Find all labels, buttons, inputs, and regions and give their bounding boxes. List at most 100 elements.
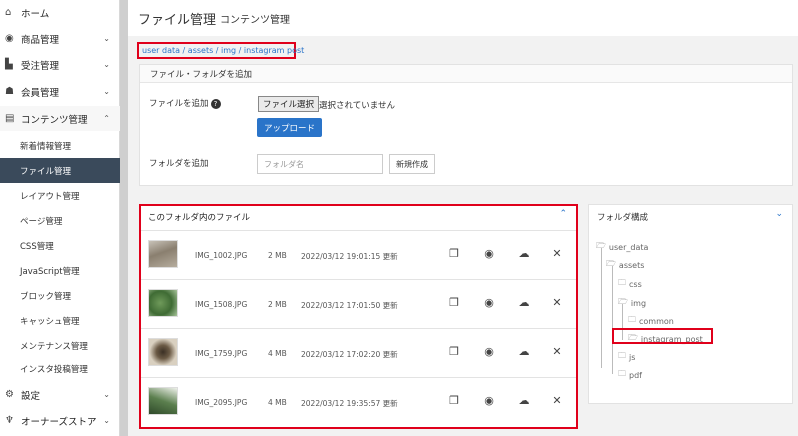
tree-node-js[interactable]: 🗀 js <box>618 350 635 364</box>
tree-node-label: assets <box>618 260 645 270</box>
copy-icon[interactable]: ❐ <box>446 246 462 262</box>
sidebar-item-members[interactable]: ☗ 会員管理 ⌄ <box>0 79 120 104</box>
sidebar-subitem-file-manager[interactable]: ファイル管理 <box>0 158 120 183</box>
sidebar-subitem-javascript[interactable]: JavaScript管理 <box>0 258 120 283</box>
chevron-down-icon: ⌄ <box>103 416 110 425</box>
tree-node-user-data[interactable]: 🗁 user_data <box>596 240 648 254</box>
delete-icon[interactable]: ✕ <box>549 246 565 262</box>
cube-icon: ◉ <box>5 33 14 44</box>
file-date: 2022/03/12 17:02:20 更新 <box>301 350 398 359</box>
sidebar-item-home[interactable]: ⌂ ホーム <box>0 0 120 25</box>
chevron-down-icon: ⌄ <box>103 87 110 96</box>
download-icon[interactable]: ☁ <box>516 246 532 262</box>
sidebar-subitem-cache[interactable]: キャッシュ管理 <box>0 308 120 333</box>
folder-panel-title: フォルダ構成 <box>597 213 649 223</box>
tree-node-label: user_data <box>608 242 649 252</box>
sidebar-subitem-block[interactable]: ブロック管理 <box>0 283 120 308</box>
sidebar: ⌂ ホーム ◉ 商品管理 ⌄ ▙ 受注管理 ⌄ ☗ 会員管理 ⌄ ▤ コンテンツ… <box>0 0 120 436</box>
file-row: IMG_1002.JPG 2 MB 2022/03/12 19:01:15 更新… <box>141 230 576 279</box>
sidebar-item-label: コンテンツ管理 <box>21 114 88 126</box>
sidebar-item-orders[interactable]: ▙ 受注管理 ⌄ <box>0 52 120 77</box>
file-size: 4 MB <box>268 398 287 407</box>
tree-line <box>601 248 602 368</box>
page-subtitle: コンテンツ管理 <box>220 14 291 26</box>
files-panel: このフォルダ内のファイル ⌃ IMG_1002.JPG 2 MB 2022/03… <box>139 204 578 429</box>
highlight-box <box>612 328 713 344</box>
sidebar-item-label: 受注管理 <box>21 60 60 72</box>
tree-node-label: pdf <box>629 370 642 380</box>
sidebar-item-settings[interactable]: ⚙ 設定 ⌄ <box>0 382 120 407</box>
tree-node-css[interactable]: 🗀 css <box>618 277 642 291</box>
file-date: 2022/03/12 17:01:50 更新 <box>301 301 398 310</box>
page-title: ファイル管理 <box>138 12 217 28</box>
eye-icon[interactable]: ◉ <box>481 295 497 311</box>
tree-node-pdf[interactable]: 🗀 pdf <box>618 368 642 382</box>
file-row: IMG_1508.JPG 2 MB 2022/03/12 17:01:50 更新… <box>141 279 576 328</box>
file-row: IMG_2095.JPG 4 MB 2022/03/12 19:35:57 更新… <box>141 377 576 426</box>
sidebar-item-label: 会員管理 <box>21 87 60 99</box>
tree-line <box>612 266 613 374</box>
eye-icon[interactable]: ◉ <box>481 246 497 262</box>
upload-panel-title: ファイル・フォルダを追加 <box>140 65 792 83</box>
chevron-up-icon[interactable]: ⌃ <box>559 209 567 219</box>
file-thumbnail[interactable] <box>148 240 178 268</box>
folder-icon: 🗀 <box>618 278 626 287</box>
tree-node-label: js <box>629 352 636 362</box>
download-icon[interactable]: ☁ <box>516 295 532 311</box>
tree-node-label: common <box>639 316 674 326</box>
folder-open-icon: 🗁 <box>606 259 616 268</box>
delete-icon[interactable]: ✕ <box>549 295 565 311</box>
download-icon[interactable]: ☁ <box>516 393 532 409</box>
file-thumbnail[interactable] <box>148 387 178 415</box>
tree-node-assets[interactable]: 🗁 assets <box>606 258 644 272</box>
chevron-down-icon: ⌄ <box>103 390 110 399</box>
file-thumbnail[interactable] <box>148 289 178 317</box>
sidebar-item-label: オーナーズストア <box>21 416 97 428</box>
chevron-down-icon: ⌄ <box>103 34 110 43</box>
file-name: IMG_1002.JPG <box>195 251 248 260</box>
file-name: IMG_1759.JPG <box>195 349 248 358</box>
folder-name-input[interactable]: フォルダ名 <box>257 154 383 174</box>
help-icon[interactable]: ? <box>210 99 221 109</box>
create-folder-button[interactable]: 新規作成 <box>389 154 435 174</box>
sidebar-subitem-maintenance[interactable]: メンテナンス管理 <box>0 333 120 358</box>
eye-icon[interactable]: ◉ <box>481 393 497 409</box>
delete-icon[interactable]: ✕ <box>549 344 565 360</box>
tree-node-label: css <box>629 279 642 289</box>
eye-icon[interactable]: ◉ <box>481 344 497 360</box>
sidebar-subitem-css[interactable]: CSS管理 <box>0 233 120 258</box>
sidebar-item-label: 設定 <box>21 390 41 402</box>
sidebar-subitem-layout[interactable]: レイアウト管理 <box>0 183 120 208</box>
sidebar-subitem-news[interactable]: 新着情報管理 <box>0 133 120 158</box>
files-panel-title: このフォルダ内のファイル <box>148 213 251 223</box>
folder-open-icon: 🗁 <box>596 241 606 250</box>
sidebar-item-products[interactable]: ◉ 商品管理 ⌄ <box>0 26 120 51</box>
plug-icon: ♆ <box>5 415 14 426</box>
delete-icon[interactable]: ✕ <box>549 393 565 409</box>
file-icon: ▤ <box>5 113 15 124</box>
home-icon: ⌂ <box>5 7 12 18</box>
copy-icon[interactable]: ❐ <box>446 344 462 360</box>
sidebar-item-owners-store[interactable]: ♆ オーナーズストア ⌄ <box>0 408 120 433</box>
file-size: 4 MB <box>268 349 287 358</box>
file-select-status: 選択されていません <box>319 101 395 111</box>
tree-node-common[interactable]: 🗀 common <box>628 314 674 328</box>
sidebar-subitem-instagram[interactable]: インスタ投稿管理 <box>0 356 120 381</box>
sidebar-item-label: 商品管理 <box>21 34 60 46</box>
download-icon[interactable]: ☁ <box>516 344 532 360</box>
file-date: 2022/03/12 19:01:15 更新 <box>301 252 398 261</box>
tree-node-img[interactable]: 🗁 img <box>618 296 646 310</box>
sidebar-subitem-page[interactable]: ページ管理 <box>0 208 120 233</box>
copy-icon[interactable]: ❐ <box>446 393 462 409</box>
chevron-down-icon[interactable]: ⌄ <box>775 209 783 219</box>
gear-icon: ⚙ <box>5 389 14 400</box>
upload-button[interactable]: アップロード <box>257 118 322 137</box>
breadcrumb[interactable]: user data / assets / img / instagram pos… <box>137 42 304 59</box>
file-thumbnail[interactable] <box>148 338 178 366</box>
sidebar-item-content[interactable]: ▤ コンテンツ管理 ⌃ <box>0 106 120 131</box>
copy-icon[interactable]: ❐ <box>446 295 462 311</box>
file-date: 2022/03/12 19:35:57 更新 <box>301 399 398 408</box>
cart-icon: ▙ <box>5 59 13 70</box>
file-select-button[interactable]: ファイル選択 <box>258 96 320 112</box>
upload-panel: ファイル・フォルダを追加 <box>139 64 793 186</box>
